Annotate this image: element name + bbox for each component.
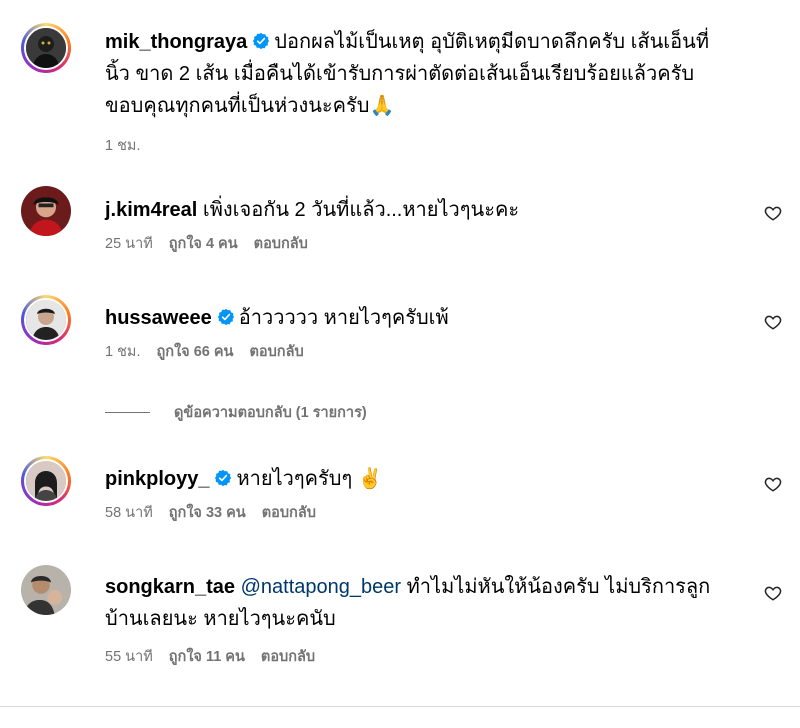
timestamp[interactable]: 1 ชม. [105,138,141,154]
avatar[interactable] [21,23,71,73]
comment-text: pinkployy_ หายไวๆครับๆ ✌️ [105,463,730,495]
comment-body: อ้าววววว หายไวๆครับเพ้ [238,307,449,329]
likes-count[interactable]: ถูกใจ 66 คน [157,344,234,360]
username[interactable]: hussaweee [105,307,212,329]
comment-text: hussaweee อ้าววววว หายไวๆครับเพ้ [105,302,730,334]
reply-button[interactable]: ตอบกลับ [254,236,308,252]
verified-badge-icon [252,32,270,50]
username[interactable]: mik_thongraya [105,31,247,53]
mention-link[interactable]: @nattapong_beer [241,576,401,598]
view-replies-label[interactable]: ดูข้อความตอบกลับ (1 รายการ) [174,401,367,424]
reply-button[interactable]: ตอบกลับ [249,344,303,360]
avatar[interactable] [21,295,71,345]
heart-icon[interactable] [764,584,782,602]
comment-meta: 55 นาที ถูกใจ 11 คน ตอบกลับ [105,645,725,668]
divider [0,706,800,707]
view-replies-button[interactable]: ดูข้อความตอบกลับ (1 รายการ) [105,401,367,424]
heart-icon[interactable] [764,475,782,493]
verified-badge-icon [214,469,232,487]
verified-badge-icon [217,308,235,326]
avatar[interactable] [21,456,71,506]
comment-body: หายไวๆครับๆ ✌️ [236,468,383,490]
comment-meta: 1 ชม. ถูกใจ 66 คน ตอบกลับ [105,340,730,363]
comment-meta: 58 นาที ถูกใจ 33 คน ตอบกลับ [105,501,730,524]
comment-body: เพิ่งเจอกัน 2 วันที่แล้ว...หายไวๆนะคะ [202,199,520,221]
caption-text: mik_thongraya ปอกผลไม้เป็นเหตุ อุบัติเหตุ… [105,26,730,122]
timestamp[interactable]: 1 ชม. [105,344,141,360]
username[interactable]: j.kim4real [105,199,197,221]
avatar[interactable] [21,565,71,615]
reply-button[interactable]: ตอบกลับ [261,649,315,665]
comment-text: songkarn_tae @nattapong_beer ทำไมไม่หันใ… [105,571,725,635]
timestamp[interactable]: 58 นาที [105,505,153,521]
divider-line [105,412,150,413]
avatar[interactable] [21,186,71,236]
likes-count[interactable]: ถูกใจ 33 คน [169,505,246,521]
username[interactable]: songkarn_tae [105,576,235,598]
comment-meta: 25 นาที ถูกใจ 4 คน ตอบกลับ [105,232,730,255]
comment-text: j.kim4real เพิ่งเจอกัน 2 วันที่แล้ว...หา… [105,194,730,226]
heart-icon[interactable] [764,204,782,222]
timestamp[interactable]: 55 นาที [105,649,153,665]
likes-count[interactable]: ถูกใจ 4 คน [169,236,238,252]
timestamp[interactable]: 25 นาที [105,236,153,252]
likes-count[interactable]: ถูกใจ 11 คน [169,649,245,665]
heart-icon[interactable] [764,313,782,331]
caption-meta: 1 ชม. [105,134,730,157]
username[interactable]: pinkployy_ [105,468,209,490]
reply-button[interactable]: ตอบกลับ [262,505,316,521]
